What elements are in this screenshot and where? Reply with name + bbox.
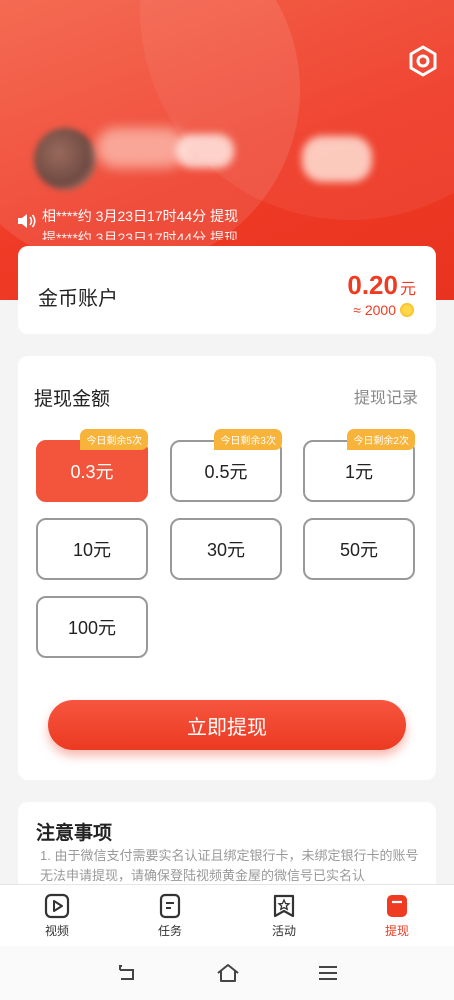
amount-label: 10元 — [72, 540, 112, 560]
remaining-badge: 今日剩余3次 — [214, 429, 282, 450]
balance-unit: 元 — [399, 281, 416, 298]
amount-option[interactable]: 50元 — [303, 518, 415, 580]
amount-option[interactable]: 0.5元 今日剩余3次 — [170, 429, 282, 502]
account-balance: 0.20 元 — [347, 270, 416, 301]
avatar — [34, 128, 96, 190]
system-navigation-bar — [0, 946, 454, 1000]
remaining-badge: 今日剩余2次 — [347, 429, 415, 450]
withdraw-title: 提现金额 — [34, 389, 111, 410]
home-icon[interactable] — [216, 962, 240, 984]
notes-title: 注意事项 — [36, 823, 113, 844]
coin-amount: ≈ 2000 — [353, 302, 396, 318]
amount-option[interactable]: 100元 — [36, 596, 148, 658]
speaker-icon — [18, 214, 36, 228]
notice-line: 相****约 3月23日17时44分 提现 — [42, 208, 239, 224]
notice-line: 提****约 3月23日17时44分 提现 — [42, 230, 239, 240]
amount-label: 50元 — [339, 540, 379, 560]
coin-icon — [400, 303, 414, 317]
withdraw-now-button[interactable]: 立即提现 — [48, 700, 406, 750]
amount-option[interactable]: 30元 — [170, 518, 282, 580]
tab-task[interactable]: 任务 — [140, 893, 200, 939]
tab-activity[interactable]: 活动 — [254, 893, 314, 939]
withdraw-notice-ticker: 相****约 3月23日17时44分 提现 提****约 3月23日17时44分… — [16, 204, 316, 240]
bottom-tab-bar: 视频 任务 活动 提现 — [0, 884, 454, 947]
tab-video[interactable]: 视频 — [27, 893, 87, 939]
task-icon — [159, 893, 181, 919]
notes-text: 1. 由于微信支付需要实名认证且绑定银行卡，未绑定银行卡的账号无法申请提现，请确… — [40, 848, 419, 883]
video-icon — [44, 893, 70, 919]
amount-option[interactable]: 0.3元 今日剩余5次 — [36, 429, 148, 502]
amount-label: 0.5元 — [204, 462, 248, 482]
coin-balance: ≈ 2000 — [353, 302, 414, 318]
amount-label: 1元 — [344, 462, 373, 482]
blurred-info — [176, 134, 234, 168]
settings-gear-icon[interactable] — [406, 44, 440, 78]
back-icon[interactable] — [116, 962, 138, 984]
blurred-username — [96, 128, 186, 168]
balance-amount: 0.20 — [347, 270, 398, 300]
withdraw-record-link[interactable]: 提现记录 — [354, 384, 418, 408]
amount-label: 100元 — [67, 618, 117, 638]
amount-option[interactable]: 10元 — [36, 518, 148, 580]
amount-label: 30元 — [206, 540, 246, 560]
tab-label: 活动 — [271, 924, 296, 938]
tab-label: 提现 — [384, 924, 409, 938]
withdraw-icon — [387, 895, 407, 917]
amount-option[interactable]: 1元 今日剩余2次 — [303, 429, 415, 502]
menu-icon[interactable] — [317, 962, 339, 984]
account-title: 金币账户 — [38, 288, 118, 310]
amount-label: 0.3元 — [70, 462, 114, 482]
tab-withdraw[interactable]: 提现 — [367, 893, 427, 939]
remaining-badge: 今日剩余5次 — [80, 429, 148, 450]
coin-account-card: 金币账户 0.20 元 ≈ 2000 — [18, 246, 436, 334]
withdraw-card: 提现金额 提现记录 0.3元 今日剩余5次 0.5元 今日剩余3次 1元 今日剩… — [18, 356, 436, 780]
blurred-info — [302, 136, 372, 182]
tab-label: 任务 — [157, 924, 182, 938]
tab-label: 视频 — [44, 924, 69, 938]
activity-icon — [273, 894, 295, 918]
